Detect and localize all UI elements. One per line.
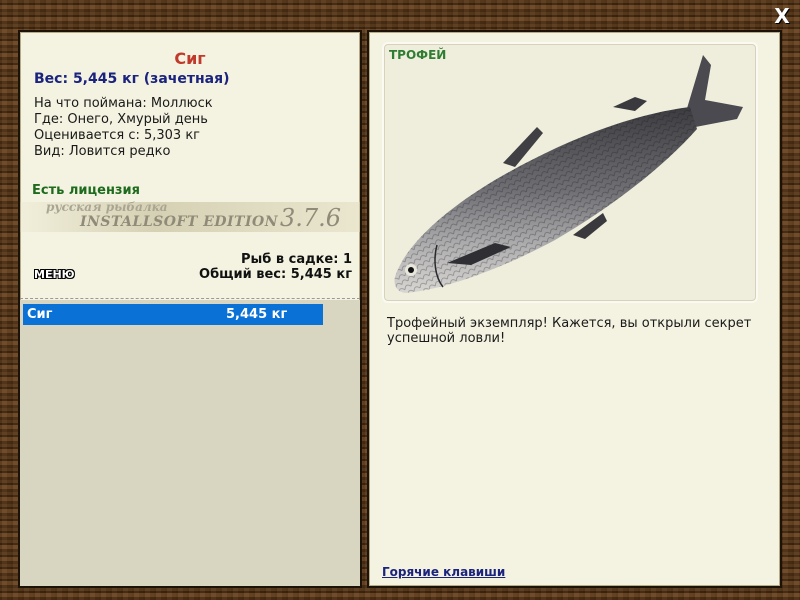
watermark-edition: INSTALLSOFT EDITION — [80, 214, 279, 230]
total-weight: Общий вес: 5,445 кг — [199, 267, 352, 282]
fish-count: Рыб в садке: 1 — [240, 252, 352, 267]
location-info: Где: Онего, Хмурый день — [34, 112, 208, 127]
rarity-info: Вид: Ловится редко — [34, 144, 171, 159]
fish-description: Трофейный экземпляр! Кажется, вы открыли… — [387, 316, 752, 346]
list-item[interactable]: Сиг 5,445 кг — [23, 304, 323, 325]
fish-weight: Вес: 5,445 кг (зачетная) — [34, 71, 230, 87]
list-item-weight: 5,445 кг — [226, 307, 288, 322]
close-button[interactable]: X — [772, 6, 792, 26]
fish-preview-panel: ТРОФЕЙ Трофейный экземпляр! Кажется, вы … — [367, 30, 782, 588]
list-item-name: Сиг — [27, 307, 53, 322]
catch-list[interactable]: Сиг 5,445 кг — [20, 300, 360, 586]
whitefish-image — [394, 55, 743, 293]
catch-details-panel: Сиг Вес: 5,445 кг (зачетная) На что пойм… — [18, 30, 362, 588]
watermark-title: русская рыбалка — [46, 200, 168, 214]
bait-info: На что поймана: Моллюск — [34, 96, 213, 111]
fish-image-frame: ТРОФЕЙ — [384, 44, 756, 301]
fish-name-title: Сиг — [174, 49, 206, 68]
menu-button[interactable]: МЕНЮ — [34, 268, 75, 281]
trophy-label: ТРОФЕЙ — [389, 48, 447, 62]
watermark-version: 3.7.6 — [280, 204, 342, 232]
hotkeys-link[interactable]: Горячие клавиши — [382, 565, 505, 579]
license-status: Есть лицензия — [32, 183, 140, 198]
valuation-info: Оценивается с: 5,303 кг — [34, 128, 201, 143]
